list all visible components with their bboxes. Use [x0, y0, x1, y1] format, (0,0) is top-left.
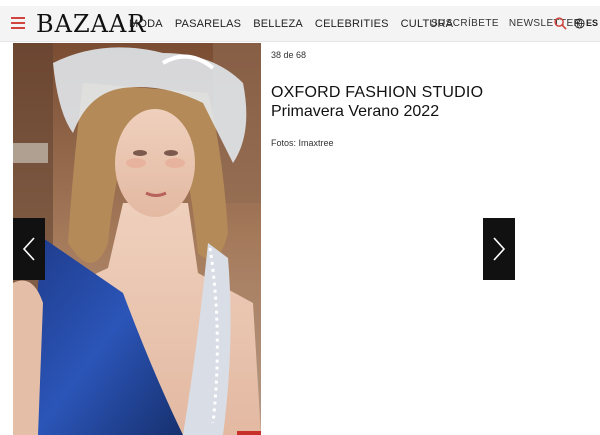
prev-photo-button[interactable] — [13, 218, 45, 280]
site-header: BAZAAR MODA PASARELAS BELLEZA CELEBRITIE… — [0, 6, 600, 42]
header-right-links: SUSCRÍBETE NEWSLETTER — [431, 17, 591, 31]
model-photo-illustration — [13, 43, 261, 435]
photo-progress-mark — [237, 431, 261, 435]
nav-item-moda[interactable]: MODA — [129, 17, 163, 31]
search-icon[interactable] — [554, 17, 567, 30]
gallery-subtitle: Primavera Verano 2022 — [271, 103, 440, 120]
chevron-left-icon — [22, 237, 35, 261]
photo-credit: Fotos: Imaxtree — [271, 138, 334, 148]
language-code: ES — [586, 18, 599, 28]
gallery-photo — [13, 43, 261, 435]
nav-item-pasarelas[interactable]: PASARELAS — [175, 17, 241, 31]
gallery-info: 38 de 68 OXFORD FASHION STUDIO Primavera… — [271, 48, 581, 149]
nav-item-celebrities[interactable]: CELEBRITIES — [315, 17, 389, 31]
language-selector[interactable]: ES — [574, 17, 598, 29]
newsletter-link[interactable]: NEWSLETTER — [509, 17, 581, 31]
globe-icon — [574, 17, 585, 29]
main-nav: MODA PASARELAS BELLEZA CELEBRITIES CULTU… — [129, 17, 465, 31]
gallery-title: OXFORD FASHION STUDIO — [271, 84, 484, 101]
subscribe-link[interactable]: SUSCRÍBETE — [431, 17, 499, 31]
next-photo-button[interactable] — [483, 218, 515, 280]
nav-item-belleza[interactable]: BELLEZA — [253, 17, 303, 31]
hamburger-menu-icon[interactable] — [11, 17, 25, 31]
photo-counter: 38 de 68 — [271, 50, 307, 60]
chevron-right-icon — [493, 237, 506, 261]
